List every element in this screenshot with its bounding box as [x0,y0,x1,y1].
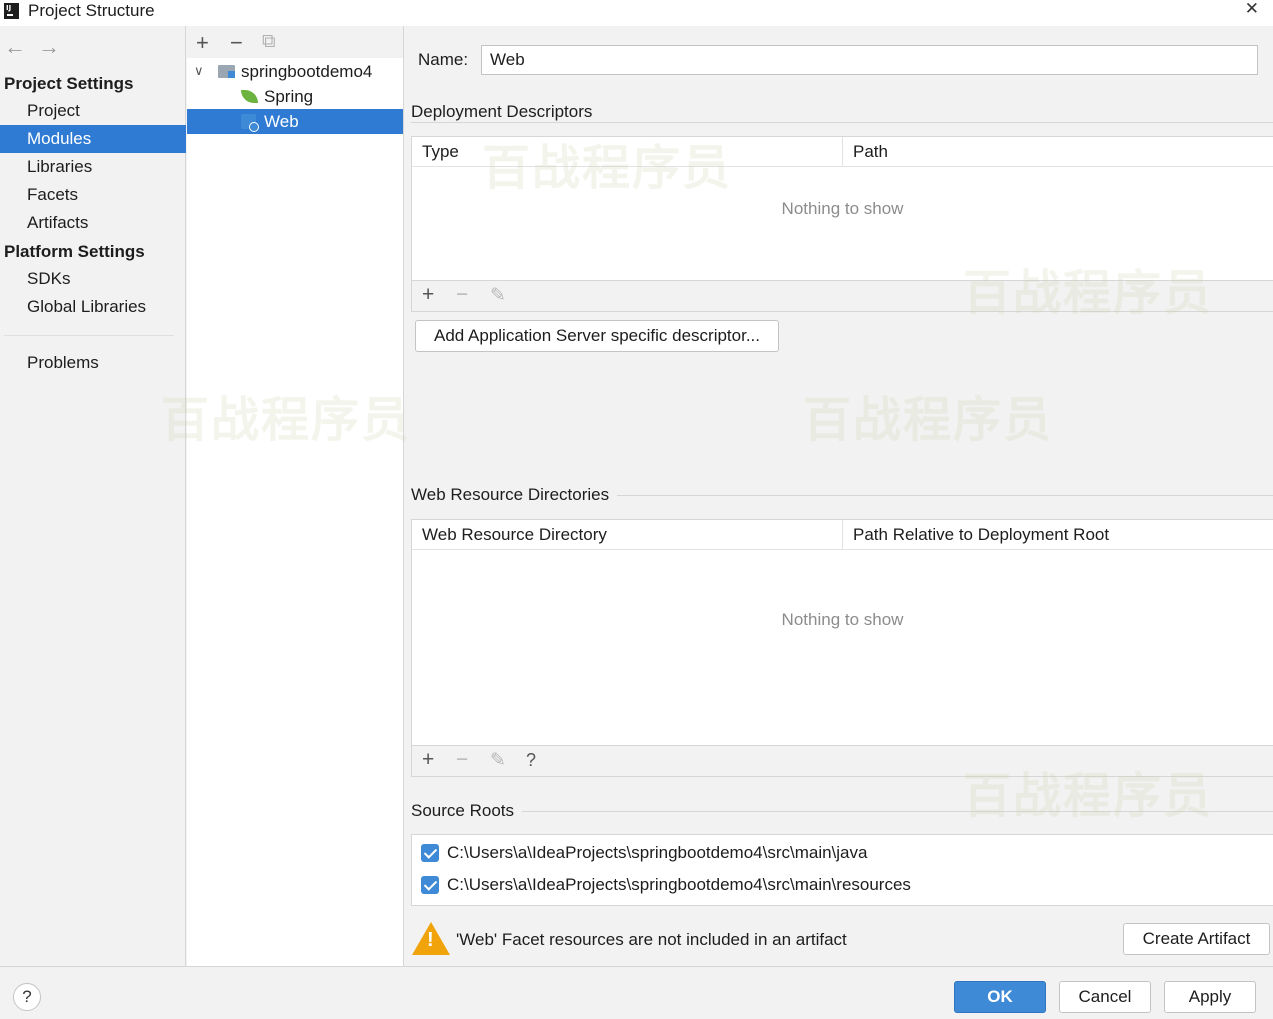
tree-toolbar: + − ⧉ [187,26,403,58]
source-root-checkbox[interactable] [421,876,439,894]
empty-state-text: Nothing to show [781,610,904,629]
help-icon[interactable]: ? [526,750,536,771]
edit-pencil-icon[interactable]: ✎ [490,284,506,307]
edit-pencil-icon[interactable]: ✎ [490,749,506,772]
sidebar-item-libraries[interactable]: Libraries [0,153,186,181]
tree-node-label: Web [264,112,299,131]
add-icon[interactable]: + [422,283,434,307]
facet-settings-panel: Name: Deployment Descriptors Type Path N… [405,26,1273,966]
table-header: Web Resource Directory Path Relative to … [412,520,1273,550]
back-arrow-icon[interactable]: ← [4,34,26,59]
sidebar-item-project[interactable]: Project [0,97,186,125]
close-icon[interactable]: ✕ [1245,0,1259,19]
add-icon[interactable]: + [196,30,209,56]
source-root-path: C:\Users\a\IdeaProjects\springbootdemo4\… [447,875,911,894]
forward-arrow-icon[interactable]: → [38,34,60,59]
dialog-footer: ? OK Cancel Apply [0,966,1273,1019]
add-icon[interactable]: + [422,748,434,772]
project-settings-heading: Project Settings [4,74,134,93]
spring-leaf-icon [241,90,258,103]
tree-node-web[interactable]: Web [187,109,403,134]
sidebar-item-problems[interactable]: Problems [0,349,186,377]
column-header-type[interactable]: Type [412,137,842,167]
deployment-descriptors-table: Type Path Nothing to show [411,136,1273,281]
tree-node-label: springbootdemo4 [241,62,373,81]
group-divider [411,811,1273,812]
warning-icon: ! [412,922,450,955]
copy-icon[interactable]: ⧉ [262,31,276,53]
web-resources-toolbar: + − ✎ ? [411,746,1273,777]
tree-node-springbootdemo4[interactable]: ∨ springbootdemo4 [187,59,403,84]
deployment-descriptors-heading: Deployment Descriptors [411,102,601,122]
name-label: Name: [418,50,469,69]
name-field[interactable] [481,45,1258,75]
sidebar-divider [4,335,174,336]
web-resource-directories-heading: Web Resource Directories [411,485,618,505]
source-roots-heading: Source Roots [411,801,522,821]
warning-glyph: ! [427,929,434,951]
sidebar-item-modules[interactable]: Modules [0,125,186,153]
group-divider [411,122,1273,123]
help-icon[interactable]: ? [13,983,41,1011]
sidebar-item-facets[interactable]: Facets [0,181,186,209]
ok-button[interactable]: OK [954,981,1046,1013]
sidebar-item-sdks[interactable]: SDKs [0,265,186,293]
web-resource-directories-table: Web Resource Directory Path Relative to … [411,519,1273,746]
tree-node-spring[interactable]: Spring [187,84,403,109]
web-facet-icon [241,114,259,132]
descriptors-toolbar: + − ✎ [411,281,1273,312]
source-root-path: C:\Users\a\IdeaProjects\springbootdemo4\… [447,843,868,862]
chevron-down-icon[interactable]: ∨ [194,58,204,83]
nav-arrows: ← → [4,34,72,60]
warning-message: 'Web' Facet resources are not included i… [456,930,847,949]
cancel-button[interactable]: Cancel [1059,981,1151,1013]
module-folder-icon [218,65,235,78]
add-server-descriptor-button[interactable]: Add Application Server specific descript… [415,320,779,352]
settings-sidebar: ← → Project Settings Project Modules Libr… [0,26,186,966]
intellij-app-icon: IJ [4,3,19,19]
tree-node-label: Spring [264,87,314,106]
column-header-path[interactable]: Path [843,137,1273,167]
sidebar-item-artifacts[interactable]: Artifacts [0,209,186,237]
table-header: Type Path [412,137,1273,167]
column-header-relative-path[interactable]: Path Relative to Deployment Root [843,520,1273,550]
remove-icon[interactable]: − [456,283,468,307]
remove-icon[interactable]: − [456,748,468,772]
source-root-checkbox[interactable] [421,844,439,862]
sidebar-item-global-libraries[interactable]: Global Libraries [0,293,186,321]
remove-icon[interactable]: − [230,30,243,56]
empty-state-text: Nothing to show [781,199,904,218]
window-title: Project Structure [28,1,155,20]
apply-button[interactable]: Apply [1164,981,1256,1013]
title-bar: IJ Project Structure ✕ [0,0,1273,26]
column-header-web-resource-directory[interactable]: Web Resource Directory [412,520,842,550]
source-roots-list: C:\Users\a\IdeaProjects\springbootdemo4\… [411,834,1273,906]
create-artifact-button[interactable]: Create Artifact [1123,923,1270,955]
module-tree-panel: + − ⧉ ∨ springbootdemo4 Spring Web [187,26,404,966]
platform-settings-heading: Platform Settings [4,242,145,261]
